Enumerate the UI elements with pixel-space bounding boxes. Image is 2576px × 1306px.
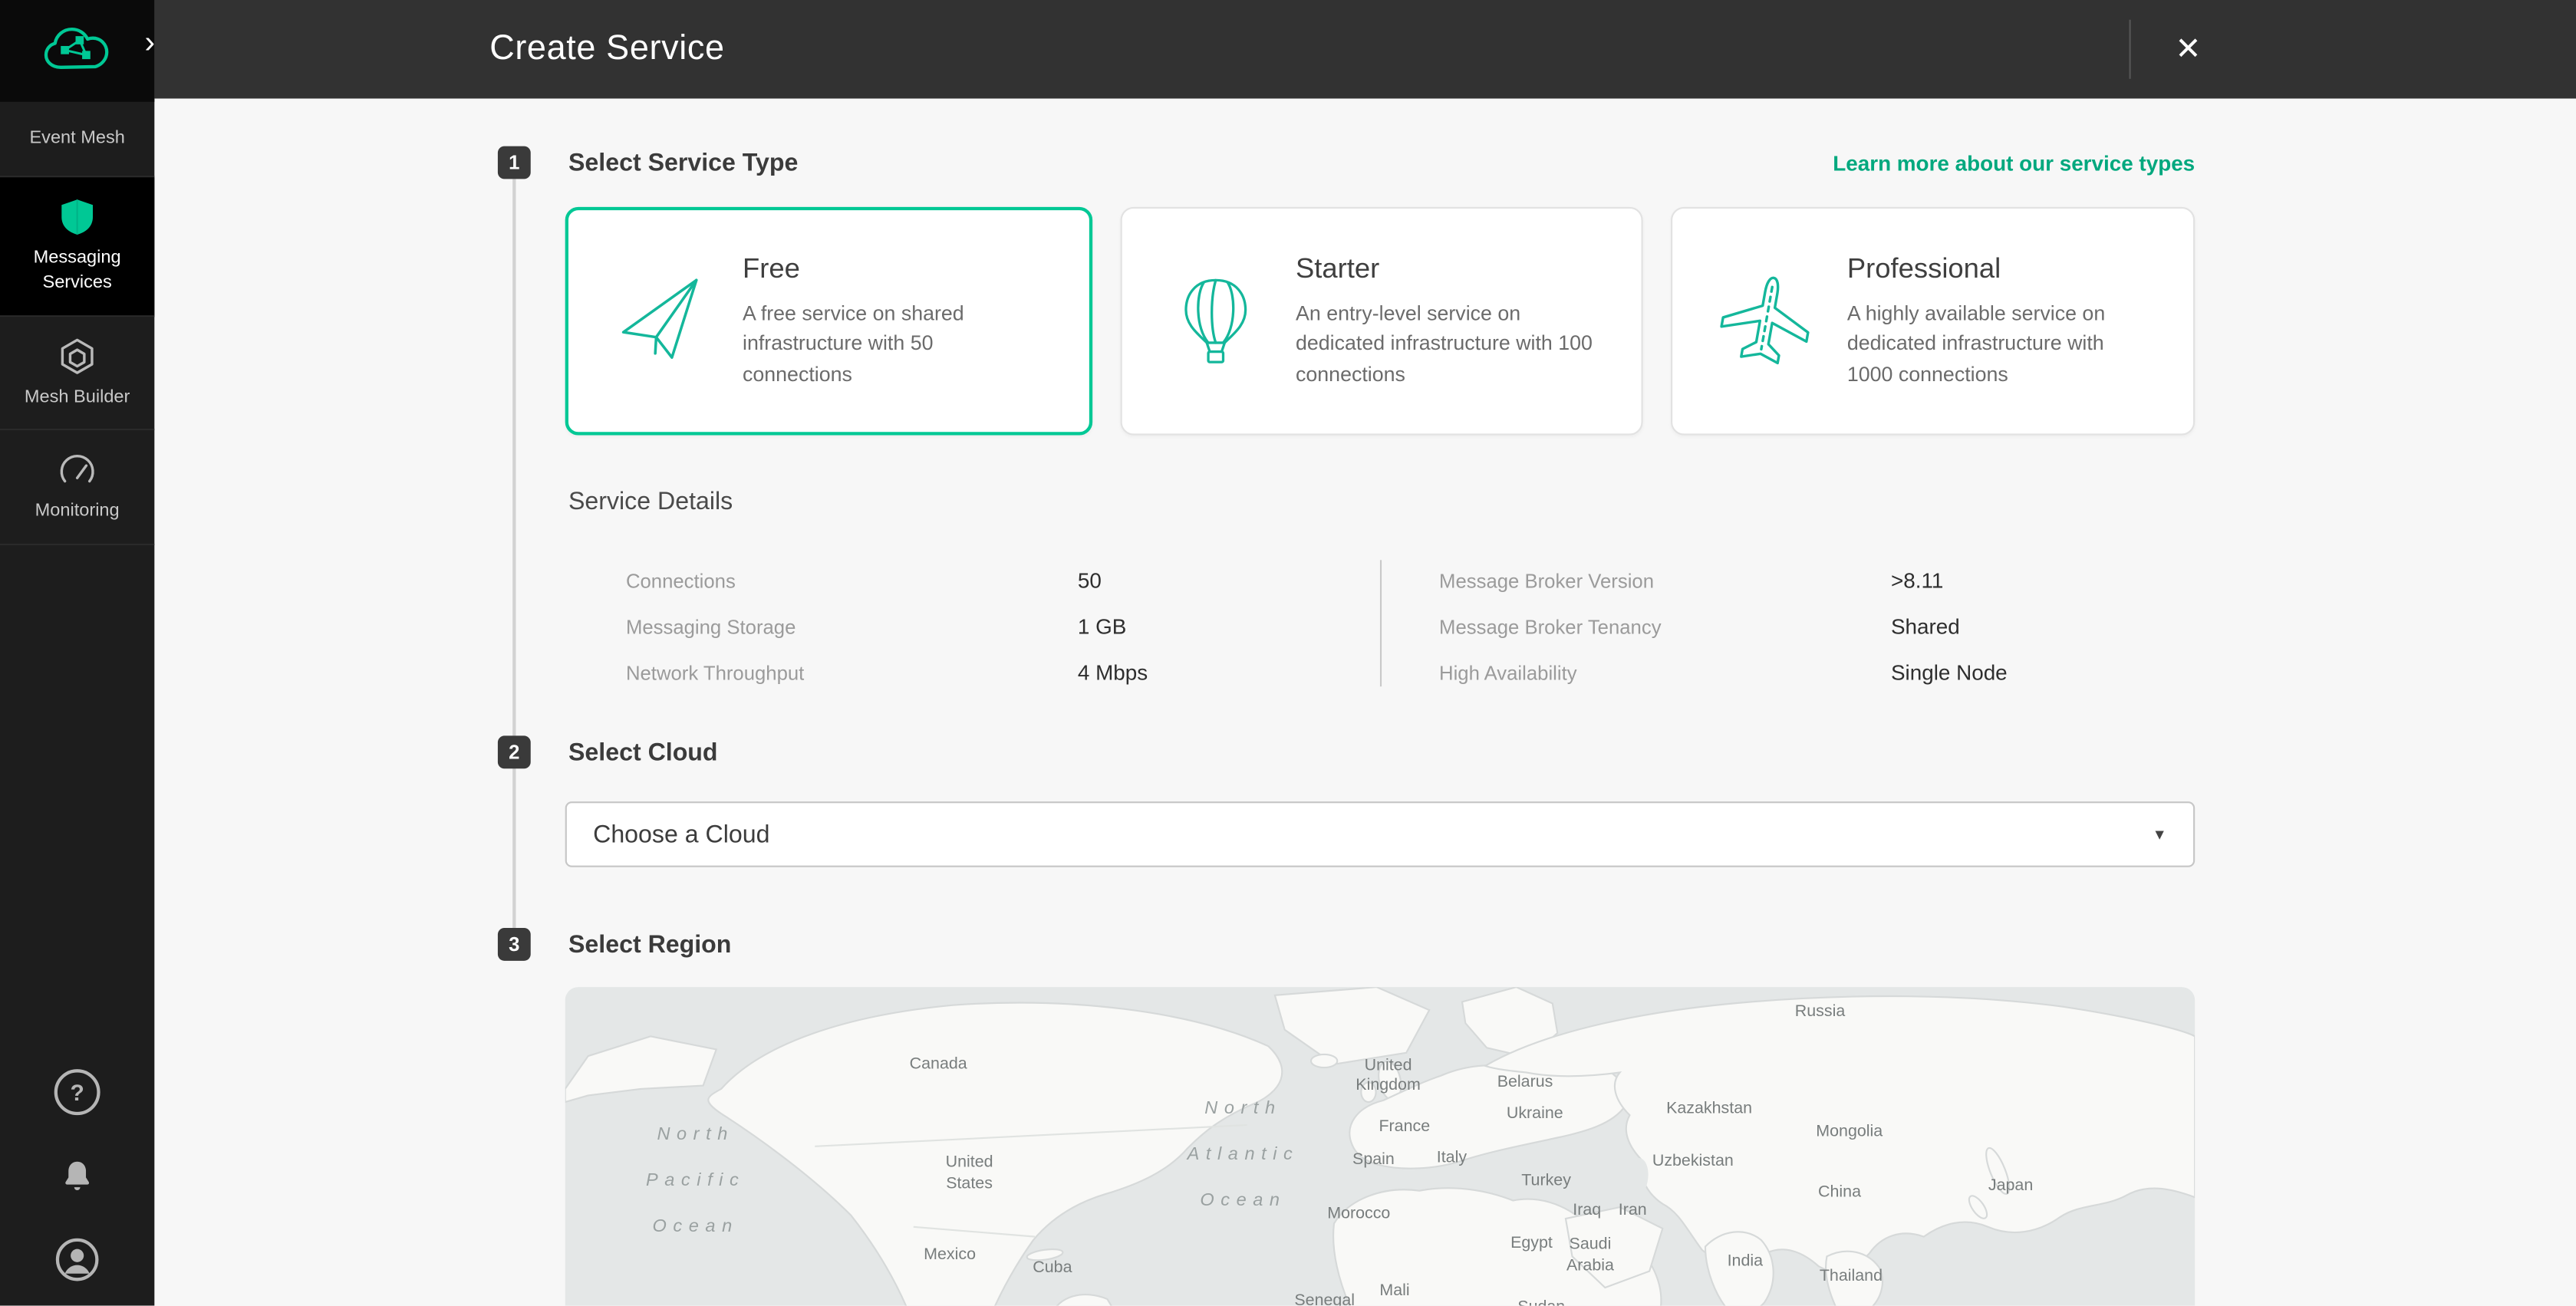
detail-value: Single Node [1891,660,2008,685]
detail-label: Message Broker Version [1439,570,1891,593]
notifications-bell-icon[interactable] [59,1158,95,1194]
detail-row: Connections 50 [626,568,1148,593]
detail-label: Connections [626,570,1078,593]
detail-value: 4 Mbps [1078,660,1148,685]
service-type-title: Professional [1847,253,2149,286]
detail-value: Shared [1891,614,1960,639]
service-type-description: A highly available service on dedicated … [1847,299,2149,388]
solace-logo[interactable] [0,0,154,102]
service-type-title: Starter [1296,253,1598,286]
sidebar-item-monitoring[interactable]: Monitoring [0,431,154,546]
detail-label: Messaging Storage [626,616,1078,639]
help-icon[interactable]: ? [54,1069,100,1115]
detail-label: High Availability [1439,662,1891,685]
detail-row: Message Broker Tenancy Shared [1439,614,2008,639]
airplane-icon [1712,270,1820,372]
service-card-free[interactable]: Free A free service on shared infrastruc… [565,207,1092,436]
step-3-title: Select Region [568,931,731,959]
learn-more-link[interactable]: Learn more about our service types [1833,151,2195,176]
paper-plane-icon [608,270,716,372]
step-connector-line [512,179,516,928]
detail-row: Messaging Storage 1 GB [626,614,1148,639]
gauge-icon [58,451,97,490]
sidebar-item-mesh-builder[interactable]: Mesh Builder [0,316,154,431]
region-map[interactable]: RussiaCanadaUnited KingdomBelarusUkraine… [565,987,2195,1305]
detail-label: Network Throughput [626,662,1078,685]
cloud-select[interactable]: Choose a Cloud ▼ [565,801,2195,867]
main-content: 1 Select Service Type Learn more about o… [154,98,2576,1305]
cloud-network-logo-icon [39,21,115,81]
sidebar-item-label: Monitoring [35,500,120,525]
service-details-heading: Service Details [568,488,733,515]
detail-label: Message Broker Tenancy [1439,616,1891,639]
user-avatar-icon[interactable] [54,1237,100,1283]
app-root: Event Mesh Messaging Services Mesh Build… [0,0,2576,1306]
service-card-text: Free A free service on shared infrastruc… [743,253,1045,388]
service-card-professional[interactable]: Professional A highly available service … [1672,207,2195,436]
detail-row: Message Broker Version >8.11 [1439,568,2008,593]
detail-row: High Availability Single Node [1439,660,2008,685]
sidebar-item-label: Messaging Services [7,246,148,295]
step-3-badge: 3 [498,928,531,961]
step-2-title: Select Cloud [568,739,718,767]
header-divider [2130,20,2131,79]
hexagon-icon [58,336,97,375]
service-card-text: Starter An entry-level service on dedica… [1296,253,1598,388]
detail-value: 50 [1078,568,1102,593]
shield-icon [58,197,97,236]
details-divider [1380,560,1382,686]
detail-value: >8.11 [1891,568,1943,593]
service-card-text: Professional A highly available service … [1847,253,2149,388]
sidebar-footer: ? [0,1069,154,1282]
sidebar: Event Mesh Messaging Services Mesh Build… [0,0,154,1306]
sidebar-item-label: Event Mesh [29,127,124,151]
service-card-starter[interactable]: Starter An entry-level service on dedica… [1120,207,1643,436]
service-type-cards: Free A free service on shared infrastruc… [565,207,2195,436]
sidebar-item-label: Mesh Builder [25,385,130,410]
world-map-graphic [565,987,2195,1305]
detail-value: 1 GB [1078,614,1126,639]
service-type-description: An entry-level service on dedicated infr… [1296,299,1598,388]
close-icon: ✕ [2176,31,2202,68]
sidebar-expand-chevron-icon[interactable]: › [144,28,155,59]
hot-air-balloon-icon [1161,270,1269,372]
modal-header: Create Service ✕ [154,0,2576,98]
service-details-left: Connections 50 Messaging Storage 1 GB Ne… [626,568,1148,685]
chevron-down-icon: ▼ [2153,826,2167,842]
sidebar-item-messaging-services[interactable]: Messaging Services [0,177,154,316]
detail-row: Network Throughput 4 Mbps [626,660,1148,685]
step-1-badge: 1 [498,146,531,179]
service-type-description: A free service on shared infrastructure … [743,299,1045,388]
step-1-title: Select Service Type [568,150,798,177]
step-2-badge: 2 [498,735,531,768]
service-details-right: Message Broker Version >8.11 Message Bro… [1439,568,2008,685]
service-type-title: Free [743,253,1045,286]
help-glyph: ? [54,1069,100,1115]
cloud-select-value: Choose a Cloud [593,821,769,848]
sidebar-item-event-mesh[interactable]: Event Mesh [0,102,154,177]
close-button[interactable]: ✕ [2156,0,2222,98]
page-title: Create Service [489,0,724,98]
